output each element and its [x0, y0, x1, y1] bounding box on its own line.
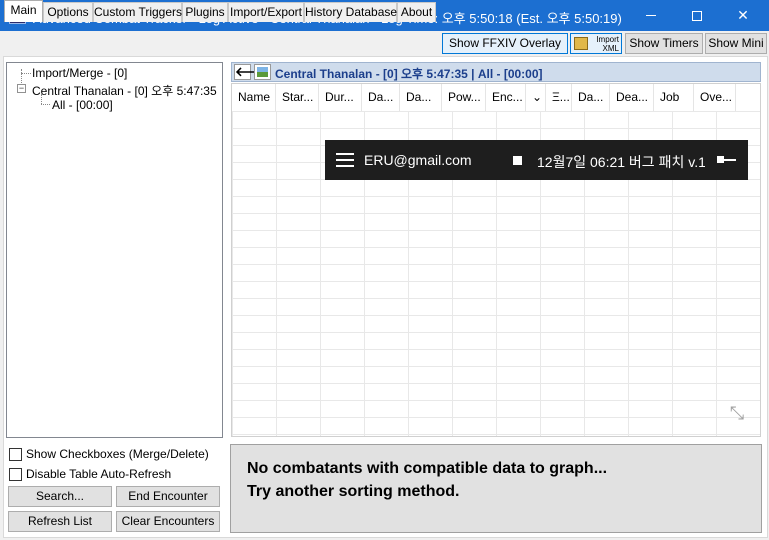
column-header[interactable]: Da... [572, 84, 610, 111]
show-checkboxes-label: Show Checkboxes (Merge/Delete) [26, 447, 209, 461]
tree-item-encounter-all[interactable]: All - [00:00] [52, 98, 113, 112]
encounter-header: 🡐 Central Thanalan - [0] 오후 5:47:35 | Al… [231, 62, 761, 82]
square-icon [513, 156, 522, 165]
menu-icon[interactable] [336, 153, 354, 167]
import-xml-label: Import XML [593, 35, 619, 53]
tab-plugins[interactable]: Plugins [182, 2, 228, 22]
graph-message-line1: No combatants with compatible data to gr… [247, 460, 608, 477]
tab-main[interactable]: Main [4, 0, 43, 22]
column-header[interactable]: Enc... [486, 84, 526, 111]
tree-connector [41, 104, 50, 105]
column-header[interactable]: Pow... [442, 84, 486, 111]
notification-overlay: ERU@gmail.com 12월7일 06:21 버그 패치 v.1. [325, 140, 748, 180]
overlay-notice: 12월7일 06:21 버그 패치 v.1. [537, 154, 705, 170]
encounter-tree[interactable]: Import/Merge - [0] − Central Thanalan - … [6, 62, 223, 438]
tab-import-export[interactable]: Import/Export [228, 2, 304, 22]
tree-item-zone[interactable]: Central Thanalan - [0] 오후 5:47:35 [32, 82, 217, 99]
column-header[interactable]: Da... [362, 84, 400, 111]
tree-connector [41, 94, 42, 104]
image-export-icon[interactable] [254, 64, 271, 80]
disable-auto-refresh-label: Disable Table Auto-Refresh [26, 467, 172, 481]
maximize-button[interactable] [674, 0, 720, 31]
end-encounter-button[interactable]: End Encounter [116, 486, 220, 507]
disable-auto-refresh-checkbox[interactable] [9, 468, 22, 481]
table-header: Name Star... Dur... Da... Da... Pow... E… [232, 84, 760, 111]
column-header[interactable]: Star... [276, 84, 319, 111]
column-header[interactable]: Dea... [610, 84, 654, 111]
import-xml-line2: XML [602, 44, 619, 53]
tree-connector [21, 73, 31, 74]
tab-history-database[interactable]: History Database [304, 2, 397, 22]
close-icon: ✕ [737, 7, 749, 23]
encounter-title: Central Thanalan - [0] 오후 5:47:35 | All … [275, 67, 543, 81]
tree-item-import-merge[interactable]: Import/Merge - [0] [32, 66, 127, 80]
column-header[interactable]: Job [654, 84, 694, 111]
import-xml-line1: Import [596, 35, 619, 44]
combatant-table[interactable]: Name Star... Dur... Da... Da... Pow... E… [231, 83, 761, 437]
refresh-list-button[interactable]: Refresh List [8, 511, 112, 532]
show-ffxiv-overlay-button[interactable]: Show FFXIV Overlay [442, 33, 568, 54]
sort-chevron-icon[interactable]: ⌄ [526, 84, 546, 111]
show-mini-button[interactable]: Show Mini [705, 33, 767, 54]
maximize-icon [692, 10, 702, 21]
expand-icon[interactable]: ⤡ [727, 404, 747, 424]
tab-about[interactable]: About [397, 2, 436, 22]
search-button[interactable]: Search... [8, 486, 112, 507]
graph-panel: No combatants with compatible data to gr… [230, 444, 762, 533]
tab-options[interactable]: Options [43, 2, 93, 22]
close-button[interactable]: ✕ [720, 0, 766, 31]
minimize-icon [646, 15, 656, 16]
column-header[interactable]: Ove... [694, 84, 736, 111]
column-header[interactable]: Dur... [319, 84, 362, 111]
column-header[interactable]: Name [232, 84, 276, 111]
collapse-icon[interactable]: − [17, 84, 26, 93]
back-arrow-icon[interactable]: 🡐 [234, 64, 270, 80]
folder-icon [574, 37, 588, 50]
show-timers-button[interactable]: Show Timers [625, 33, 703, 54]
column-header[interactable]: Ξ... [546, 84, 572, 111]
overlay-email: ERU@gmail.com [364, 152, 472, 168]
tab-custom-triggers[interactable]: Custom Triggers [93, 2, 182, 22]
toggle-icon[interactable] [717, 155, 737, 165]
graph-message-line2: Try another sorting method. [247, 483, 460, 500]
import-xml-button[interactable]: Import XML [570, 33, 622, 54]
show-checkboxes-checkbox[interactable] [9, 448, 22, 461]
clear-encounters-button[interactable]: Clear Encounters [116, 511, 220, 532]
minimize-button[interactable] [628, 0, 674, 31]
column-header[interactable]: Da... [400, 84, 442, 111]
